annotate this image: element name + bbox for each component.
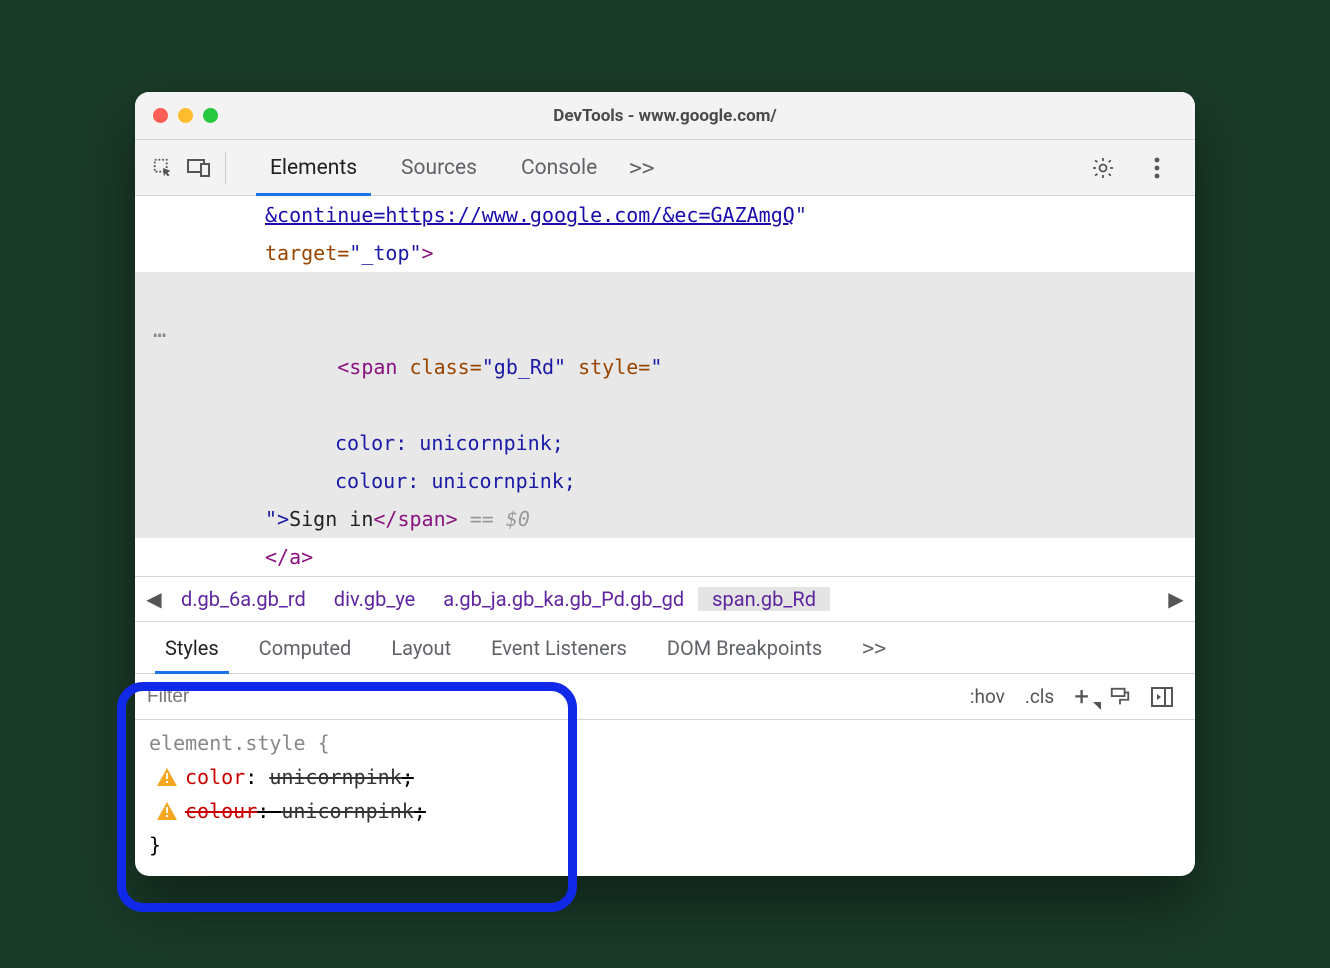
warning-icon	[157, 802, 177, 820]
dom-line[interactable]: </a>	[135, 538, 1195, 576]
css-value[interactable]: unicornpink	[281, 799, 413, 823]
style-declaration[interactable]: colour: unicornpink;	[149, 794, 1181, 828]
dom-line-selected[interactable]: ">Sign in</span> == $0	[135, 500, 1195, 538]
dom-line[interactable]: &continue=https://www.google.com/&ec=GAZ…	[135, 196, 1195, 234]
new-style-rule-button[interactable]: +	[1064, 682, 1099, 712]
paint-icon[interactable]	[1099, 686, 1141, 708]
warning-icon	[157, 768, 177, 786]
device-toolbar-icon[interactable]	[181, 150, 217, 186]
styles-toolbar: :hov .cls +	[135, 674, 1195, 720]
rule-selector[interactable]: element.style {	[149, 726, 1181, 760]
window-title: DevTools - www.google.com/	[135, 106, 1195, 126]
dom-line-selected[interactable]: colour: unicornpink;	[135, 462, 1195, 500]
toolbar-right	[1085, 150, 1185, 186]
breadcrumb-item-active[interactable]: span.gb_Rd	[698, 587, 830, 611]
styles-filter-input[interactable]	[147, 686, 960, 708]
css-value[interactable]: unicornpink	[269, 765, 401, 789]
main-toolbar: Elements Sources Console >>	[135, 140, 1195, 196]
css-property[interactable]: colour	[185, 799, 257, 823]
sub-tab-dom-breakpoints[interactable]: DOM Breakpoints	[647, 622, 842, 673]
breadcrumb-item[interactable]: div.gb_ye	[320, 587, 429, 611]
style-declaration[interactable]: color: unicornpink;	[149, 760, 1181, 794]
sub-tab-layout[interactable]: Layout	[371, 622, 471, 673]
hov-button[interactable]: :hov	[960, 685, 1015, 708]
traffic-lights	[153, 108, 218, 123]
dom-line-selected[interactable]: color: unicornpink;	[135, 424, 1195, 462]
dom-line[interactable]: target="_top">	[135, 234, 1195, 272]
dom-line-selected[interactable]: … <span class="gb_Rd" style="	[135, 272, 1195, 424]
breadcrumb-prev-icon[interactable]: ◀	[141, 587, 167, 611]
gear-icon[interactable]	[1085, 150, 1121, 186]
tab-sources[interactable]: Sources	[379, 140, 499, 195]
dom-tree[interactable]: &continue=https://www.google.com/&ec=GAZ…	[135, 196, 1195, 576]
devtools-window: DevTools - www.google.com/ Elements Sour…	[135, 92, 1195, 876]
sub-tabs-overflow[interactable]: >>	[842, 622, 906, 673]
titlebar: DevTools - www.google.com/	[135, 92, 1195, 140]
sidebar-tabs: Styles Computed Layout Event Listeners D…	[135, 622, 1195, 674]
panel-tabs: Elements Sources Console >>	[248, 140, 1085, 195]
rule-close-brace: }	[149, 828, 1181, 862]
sub-tab-styles[interactable]: Styles	[145, 622, 239, 673]
css-property[interactable]: color	[185, 765, 245, 789]
breadcrumb-item[interactable]: a.gb_ja.gb_ka.gb_Pd.gb_gd	[429, 587, 698, 611]
close-button[interactable]	[153, 108, 168, 123]
styles-pane[interactable]: element.style { color: unicornpink; colo…	[135, 720, 1195, 876]
minimize-button[interactable]	[178, 108, 193, 123]
tab-elements[interactable]: Elements	[248, 140, 379, 195]
expand-ellipsis-icon[interactable]: …	[153, 310, 168, 352]
sub-tab-event-listeners[interactable]: Event Listeners	[471, 622, 647, 673]
breadcrumb-next-icon[interactable]: ▶	[1163, 587, 1189, 611]
breadcrumb-item[interactable]: d.gb_6a.gb_rd	[167, 587, 320, 611]
cls-button[interactable]: .cls	[1015, 685, 1064, 708]
url-link[interactable]: &continue=https://www.google.com/&ec=GAZ…	[265, 203, 795, 227]
tab-console[interactable]: Console	[499, 140, 619, 195]
dom-breadcrumb: ◀ d.gb_6a.gb_rd div.gb_ye a.gb_ja.gb_ka.…	[135, 576, 1195, 622]
select-element-icon[interactable]	[145, 150, 181, 186]
sub-tab-computed[interactable]: Computed	[239, 622, 372, 673]
maximize-button[interactable]	[203, 108, 218, 123]
tabs-overflow[interactable]: >>	[619, 140, 664, 195]
kebab-menu-icon[interactable]	[1139, 150, 1175, 186]
toggle-sidebar-icon[interactable]	[1141, 687, 1183, 707]
divider	[225, 152, 226, 184]
